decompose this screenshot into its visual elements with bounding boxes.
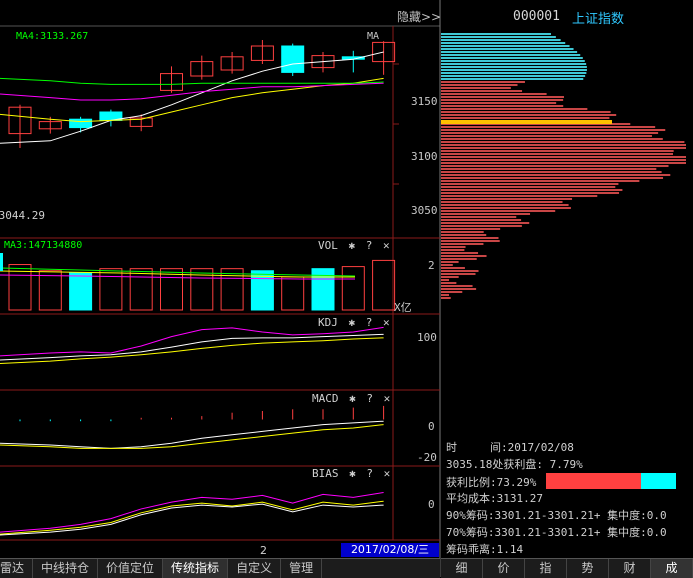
macd-controls: MACD ✱ ? ✕ xyxy=(312,392,390,405)
kdj-name: KDJ xyxy=(318,316,338,329)
price-tick-3050: 3050 xyxy=(411,204,438,217)
hide-button[interactable]: 隐藏>> xyxy=(397,8,441,25)
cursor-date: 2017/02/08/三 xyxy=(341,543,439,557)
chip-90: 90%筹码:3301.21-3301.21+ 集中度:0.0 xyxy=(446,509,667,522)
bottom-tab[interactable]: 中线持仓 xyxy=(33,559,99,578)
chip-deviation: 筹码乖离:1.14 xyxy=(446,543,524,556)
price-tick-3150: 3150 xyxy=(411,95,438,108)
candle-body xyxy=(69,118,93,129)
volume-bar xyxy=(281,276,305,311)
kdj-controls: KDJ ✱ ? ✕ xyxy=(318,316,390,329)
volume-bar xyxy=(220,268,244,311)
chart-area xyxy=(0,0,686,577)
bottom-tab[interactable]: 管理 xyxy=(281,559,323,578)
close-icon[interactable]: ✕ xyxy=(384,467,391,480)
kdj-line xyxy=(0,333,384,361)
help-icon[interactable]: ? xyxy=(366,239,373,252)
macd-tick-neg20: -20 xyxy=(417,451,437,464)
chip-time: 时 间:2017/02/08 xyxy=(446,441,574,454)
vol-controls: VOL ✱ ? ✕ xyxy=(318,239,390,252)
right-tab[interactable]: 财 xyxy=(609,559,651,578)
bias-controls: BIAS ✱ ? ✕ xyxy=(312,467,390,480)
right-tab[interactable]: 价 xyxy=(483,559,525,578)
bias-line xyxy=(0,503,384,536)
ma3-label: MA3:147134880 xyxy=(4,240,83,251)
kdj-tick-100: 100 xyxy=(417,331,437,344)
kdj-line xyxy=(0,326,384,357)
volume-bar xyxy=(38,270,62,311)
bias-tick-0: 0 xyxy=(428,498,435,511)
bottom-tabs: 雷达 中线持仓 价值定位 传统指标 自定义 管理 xyxy=(0,558,440,578)
gear-icon[interactable]: ✱ xyxy=(349,239,356,252)
close-icon[interactable]: ✕ xyxy=(383,239,390,252)
bias-name: BIAS xyxy=(312,467,339,480)
chip-profit-at: 3035.18处获利盘: 7.79% xyxy=(446,458,583,471)
gear-icon[interactable]: ✱ xyxy=(349,392,356,405)
candle-body xyxy=(281,45,305,73)
volume-bar xyxy=(129,268,153,311)
close-icon[interactable]: ✕ xyxy=(383,316,390,329)
vol-name: VOL xyxy=(318,239,338,252)
volume-bar-partial xyxy=(0,253,3,271)
help-icon[interactable]: ? xyxy=(366,316,373,329)
macd-line xyxy=(0,424,384,449)
right-tab[interactable]: 指 xyxy=(525,559,567,578)
ma-line xyxy=(0,82,384,101)
stock-name: 上证指数 xyxy=(572,12,625,27)
bottom-tab[interactable]: 传统指标 xyxy=(163,559,229,578)
volume-bar xyxy=(99,268,123,311)
page-number: 2 xyxy=(260,544,267,557)
bottom-tab[interactable]: 自定义 xyxy=(228,559,282,578)
low-price-label: ←3044.29 xyxy=(0,209,45,222)
volume-bar xyxy=(341,266,365,311)
vol-unit: X亿 xyxy=(394,301,412,314)
profit-ratio-fill xyxy=(546,473,642,489)
ma4-label: MA4:3133.267 xyxy=(16,31,89,42)
help-icon[interactable]: ? xyxy=(366,467,373,480)
bottom-tab[interactable]: 价值定位 xyxy=(98,559,164,578)
stock-code: 000001 xyxy=(513,9,560,24)
ma-line xyxy=(0,51,384,144)
right-tab[interactable]: 成 xyxy=(651,559,693,578)
right-tab[interactable]: 势 xyxy=(567,559,609,578)
volume-bar xyxy=(69,272,93,311)
chip-avg-cost: 平均成本:3131.27 xyxy=(446,492,543,505)
chip-70: 70%筹码:3301.21-3301.21+ 集中度:0.0 xyxy=(446,526,667,539)
profit-ratio-bar xyxy=(546,473,676,489)
bias-line xyxy=(0,492,384,533)
help-icon[interactable]: ? xyxy=(366,392,373,405)
gear-icon[interactable]: ✱ xyxy=(349,316,356,329)
volume-bar xyxy=(372,259,396,311)
right-tabs: 细价指势财成 xyxy=(441,558,693,578)
macd-name: MACD xyxy=(312,392,339,405)
kdj-line xyxy=(0,337,384,364)
vol-tick: 2 xyxy=(428,259,435,272)
right-tab[interactable]: 细 xyxy=(441,559,483,578)
close-icon[interactable]: ✕ xyxy=(384,392,391,405)
gear-icon[interactable]: ✱ xyxy=(349,467,356,480)
macd-tick-0: 0 xyxy=(428,420,435,433)
ma-button[interactable]: MA xyxy=(367,31,379,42)
price-tick-3100: 3100 xyxy=(411,150,438,163)
bottom-tab[interactable]: 雷达 xyxy=(0,559,34,578)
ma-line xyxy=(0,77,384,123)
chip-profit-ratio: 获利比例:73.29% xyxy=(446,476,537,489)
ma-line xyxy=(0,77,384,85)
